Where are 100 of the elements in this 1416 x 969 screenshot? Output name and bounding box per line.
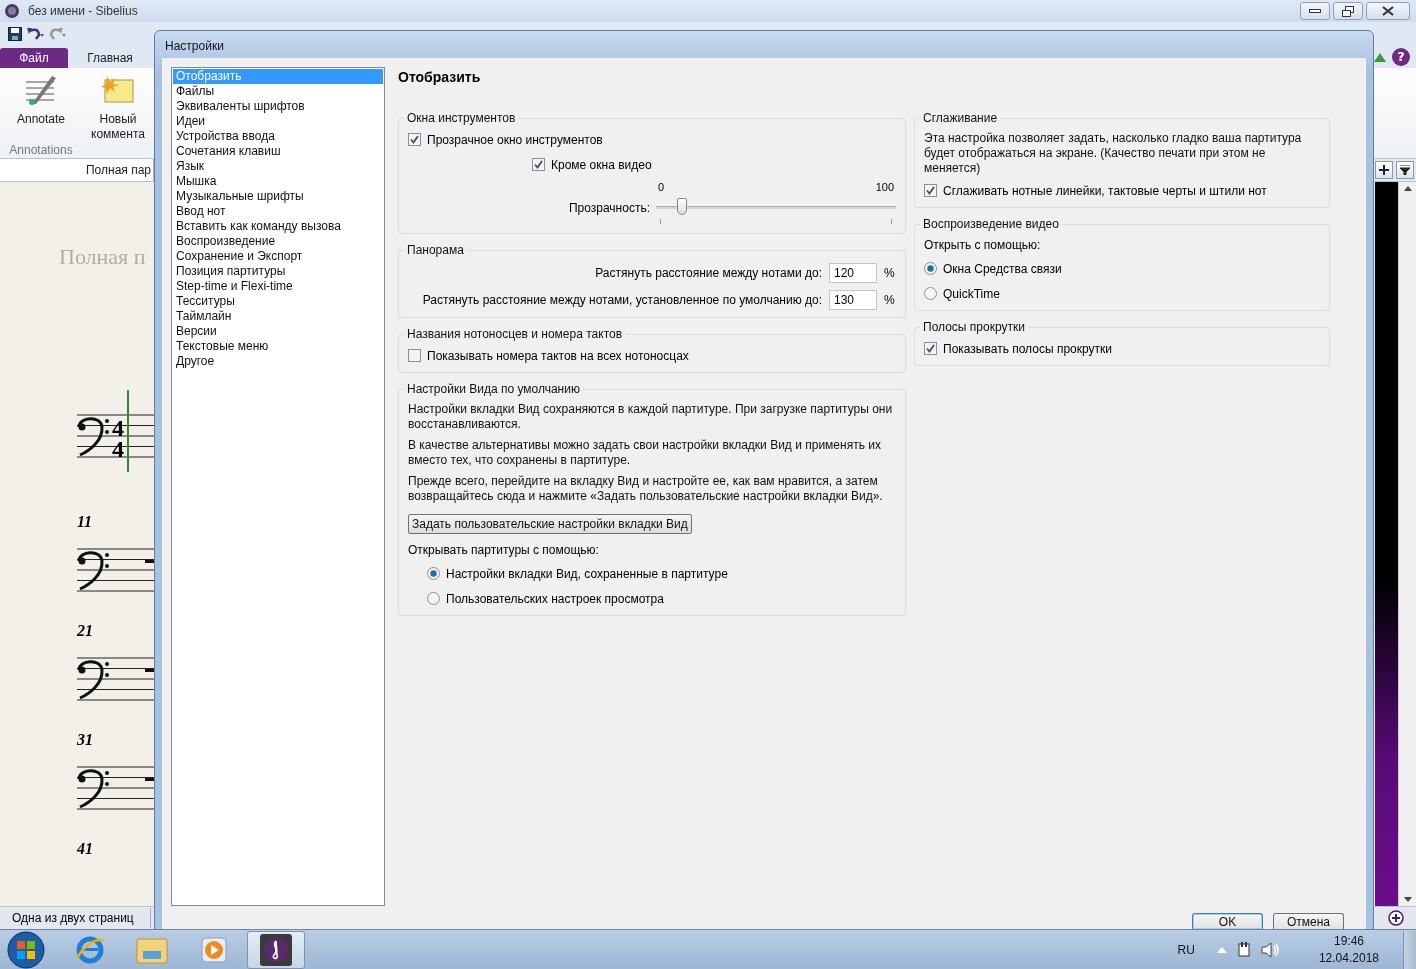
file-tab[interactable]: Файл (0, 48, 68, 68)
clock[interactable]: 19:46 12.04.2018 (1318, 932, 1379, 967)
zoom-in-icon[interactable] (1388, 910, 1404, 926)
new-comment-button[interactable]: Новый коммента (82, 68, 154, 143)
description-text: В качестве альтернативы можно задать свои настройки вкладки Вид и применять их вместо тех, что сохранены в партитуре. (408, 437, 882, 469)
category-item[interactable]: Ввод нот (173, 204, 383, 219)
field-label: Растянуть расстояние между нотами, установленное по умолчанию до: (422, 292, 822, 307)
category-item[interactable]: Эквиваленты шрифтов (173, 99, 383, 114)
category-item[interactable]: Тесситуры (173, 294, 383, 309)
description-text: Эта настройка позволяет задать, насколько гладко ваша партитура будет отображаться на экране. (Качество печати при этом не меняется) (924, 130, 1303, 177)
scrollbar[interactable] (1398, 182, 1416, 906)
radio-button[interactable] (427, 567, 440, 580)
radio-label: QuickTime (943, 286, 1000, 301)
checkbox[interactable] (924, 184, 937, 197)
checkbox[interactable] (532, 158, 545, 171)
category-item[interactable]: Файлы (173, 84, 383, 99)
dialog-title: Настройки (164, 38, 225, 55)
measure-number: 21 (77, 622, 93, 641)
start-icon[interactable] (7, 930, 45, 969)
field-label: Растянуть расстояние между нотами до: (595, 265, 822, 280)
checkbox-label: Кроме окна видео (551, 157, 652, 172)
category-item[interactable]: Текстовые меню (173, 339, 383, 354)
measure-number: 11 (77, 513, 93, 532)
funnel-icon (1400, 165, 1410, 175)
radio-button[interactable] (924, 287, 937, 300)
category-item[interactable]: Версии (173, 324, 383, 339)
checkbox-label: Сглаживать нотные линейки, тактовые черты и штили нот (943, 183, 1267, 198)
help-button[interactable]: ? (1392, 48, 1410, 66)
taskbar-app-button[interactable] (247, 930, 305, 969)
app-icon (4, 3, 20, 19)
plus-icon (1379, 165, 1389, 175)
unit-label: % (884, 292, 896, 307)
checkbox[interactable] (924, 342, 937, 355)
close-icon (1382, 6, 1394, 16)
group-title: Настройки Вида по умолчанию (406, 382, 581, 396)
checkbox[interactable] (408, 133, 421, 146)
slider-label: Прозрачность: (568, 200, 650, 217)
scale-label: 0 (658, 180, 665, 195)
media-player-icon (199, 934, 229, 965)
dropdown-button[interactable] (1396, 161, 1414, 179)
checkbox-label: Показывать полосы прокрутки (943, 341, 1112, 356)
category-item[interactable]: Позиция партитуры (173, 264, 383, 279)
slider-thumb[interactable] (677, 198, 688, 215)
field-label: Открыть с помощью: (924, 237, 1042, 254)
category-item[interactable]: Таймлайн (173, 309, 383, 324)
group-title: Названия нотоносцев и номера тактов (406, 327, 624, 341)
save-icon[interactable] (8, 27, 22, 41)
page-count: Одна из двух страниц (0, 908, 151, 928)
checkbox[interactable] (408, 349, 421, 362)
scale-label: 100 (875, 180, 894, 195)
undo-icon[interactable] (26, 27, 44, 41)
document-tab[interactable]: Полная пар (0, 159, 154, 181)
category-item[interactable]: Вставить как команду вызова (173, 219, 383, 234)
measure-number: 41 (77, 840, 93, 859)
group-title: Окна инструментов (406, 111, 517, 125)
group-title: Сглаживание (922, 111, 999, 125)
minimize-button[interactable] (1300, 2, 1330, 20)
category-item[interactable]: Мышка (173, 174, 383, 189)
language-indicator[interactable]: RU (1177, 942, 1195, 957)
description-text: Прежде всего, перейдите на вкладку Вид и настройте ее, как вам нравится, а затем возвращайтесь сюда и нажмите «Задать пользовательские настройки вкладки Вид». (408, 473, 884, 505)
window-title: без имени - Sibelius (28, 4, 138, 18)
ok-button[interactable]: OK (1192, 913, 1263, 929)
custom-view-button[interactable]: Задать пользовательские настройки вкладки Вид (408, 514, 692, 534)
group-title: Панорама (406, 243, 465, 257)
add-button[interactable] (1375, 161, 1393, 179)
category-item[interactable]: Другое (173, 354, 383, 369)
radio-label: Настройки вкладки Вид, сохраненные в партитуре (446, 566, 728, 581)
group-title: Полосы прокрутки (922, 320, 1026, 334)
category-item[interactable]: Сохранение и Экспорт (173, 249, 383, 264)
scroll-up-icon[interactable] (1403, 186, 1412, 191)
number-field[interactable]: 130 (829, 289, 877, 310)
score-title: Полная п (59, 244, 147, 268)
cancel-button[interactable]: Отмена (1273, 913, 1344, 929)
category-item[interactable]: Устройства ввода (173, 129, 383, 144)
category-item[interactable]: Сочетания клавиш (173, 144, 383, 159)
restore-button[interactable] (1333, 2, 1363, 20)
annotate-button[interactable]: Annotate (0, 68, 82, 143)
category-item[interactable]: Идеи (173, 114, 383, 129)
category-item[interactable]: Step-time и Flexi-time (173, 279, 383, 294)
close-button[interactable] (1366, 2, 1410, 20)
radio-button[interactable] (924, 262, 937, 275)
category-item[interactable]: Музыкальные шрифты (173, 189, 383, 204)
radio-button[interactable] (427, 592, 440, 605)
unit-label: % (884, 265, 896, 280)
restore-icon (1342, 5, 1354, 17)
minimize-icon (1309, 9, 1321, 13)
radio-label: Пользовательских настроек просмотра (446, 591, 664, 606)
checkbox-label: Прозрачное окно инструментов (427, 132, 603, 147)
number-field[interactable]: 120 (829, 262, 877, 283)
ribbon-tab[interactable]: Главная (68, 48, 152, 68)
section-heading: Отобразить (398, 69, 482, 87)
category-item[interactable]: Язык (173, 159, 383, 174)
triangle-icon[interactable] (1374, 52, 1386, 62)
speaker-icon[interactable] (1260, 941, 1279, 958)
group-label: Annotations (8, 143, 74, 158)
group-title: Воспроизведение видео (922, 217, 1060, 231)
category-item[interactable]: Воспроизведение (173, 234, 383, 249)
description-text: Настройки вкладки Вид сохраняются в каждой партитуре. При загрузке партитуры они восстанавливаются. (408, 401, 894, 433)
scroll-down-icon[interactable] (1403, 897, 1412, 902)
checkbox-label: Показывать номера тактов на всех нотоносцах (427, 348, 689, 363)
